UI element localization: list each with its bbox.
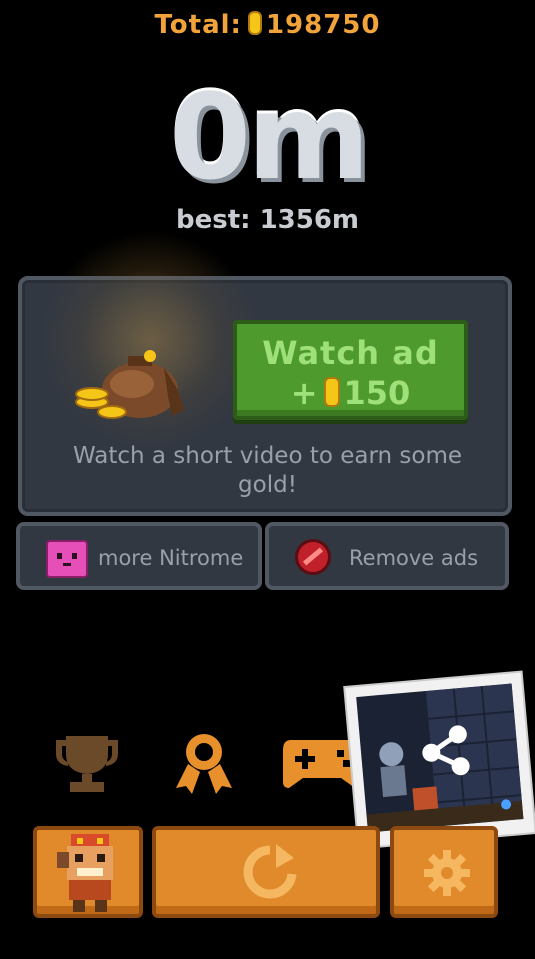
watch-ad-label: Watch ad <box>262 334 439 372</box>
no-ads-icon <box>295 539 331 575</box>
coin-icon <box>247 11 262 35</box>
more-nitrome-label: more Nitrome <box>98 546 244 570</box>
share-screenshot-card[interactable] <box>345 672 535 848</box>
ribbon-icon[interactable] <box>170 730 238 796</box>
watch-ad-button[interactable]: Watch ad +150 <box>233 320 468 420</box>
trophy-icon[interactable] <box>52 732 122 794</box>
restart-button[interactable] <box>152 826 380 918</box>
gear-icon <box>424 850 470 896</box>
restart-icon <box>243 844 297 899</box>
reward-amount: 150 <box>343 374 411 412</box>
nitrome-icon <box>46 540 88 578</box>
more-nitrome-button[interactable]: more Nitrome <box>16 522 262 590</box>
best-distance: best: 1356m <box>175 205 360 235</box>
settings-button[interactable] <box>390 826 498 918</box>
distance-display: 0m <box>168 68 370 206</box>
character-icon <box>57 834 113 912</box>
reward-plus: + <box>290 374 318 412</box>
watch-ad-description: Watch a short video to earn some gold! <box>72 443 463 498</box>
watch-ad-reward: +150 <box>237 374 464 412</box>
share-icon <box>422 725 470 776</box>
total-value: 198750 <box>265 10 381 40</box>
gold-bag-icon <box>75 350 184 419</box>
character-select-button[interactable] <box>33 826 143 918</box>
remove-ads-label: Remove ads <box>349 546 479 570</box>
total-gold: Total: 198750 <box>0 10 535 40</box>
coin-icon <box>323 377 340 407</box>
total-label: Total: <box>154 10 242 40</box>
remove-ads-button[interactable]: Remove ads <box>265 522 509 590</box>
